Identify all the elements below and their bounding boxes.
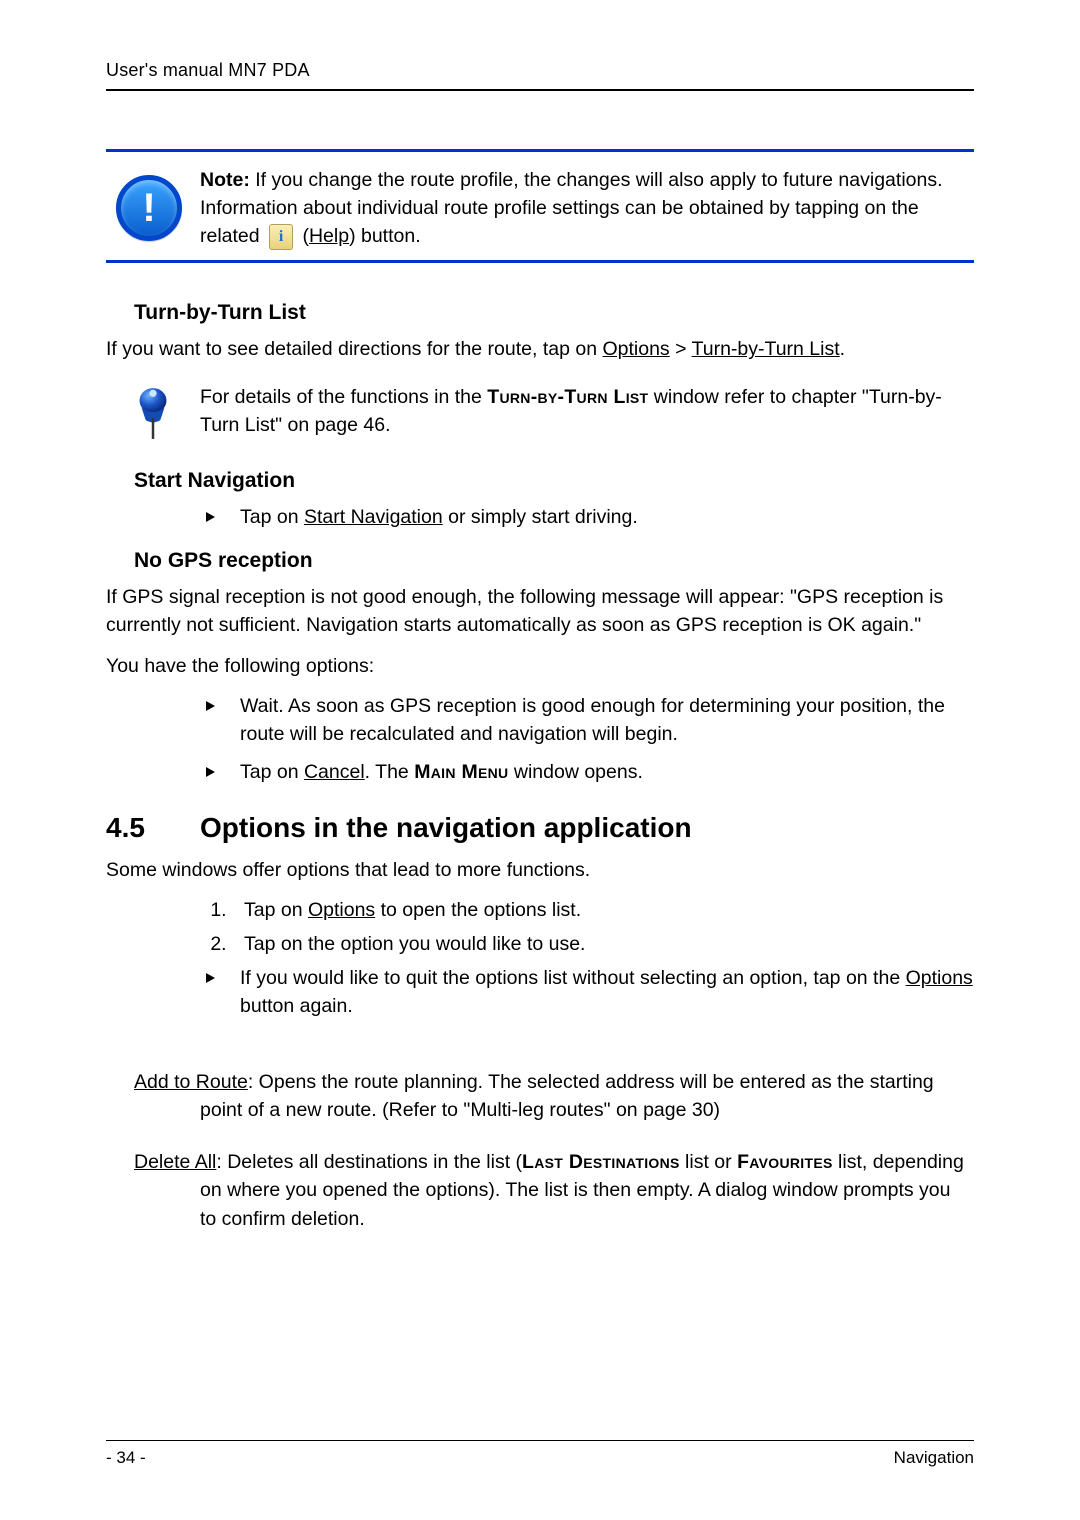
pin-text: For details of the functions in the Turn… <box>200 383 974 439</box>
def-add-label[interactable]: Add to Route <box>134 1071 248 1093</box>
list-item: Wait. As soon as GPS reception is good e… <box>200 692 974 748</box>
turn-para: If you want to see detailed directions f… <box>106 335 974 363</box>
sec45-bullets: If you would like to quit the options li… <box>106 964 974 1020</box>
pin-row: For details of the functions in the Turn… <box>106 383 974 441</box>
link-start-navigation[interactable]: Start Navigation <box>304 506 443 528</box>
link-options-3[interactable]: Options <box>906 967 973 989</box>
heading-turn-by-turn: Turn-by-Turn List <box>134 301 974 325</box>
def-del-sc2: Favourites <box>737 1151 833 1173</box>
note-box: ! Note: If you change the route profile,… <box>106 149 974 263</box>
content-area: ! Note: If you change the route profile,… <box>106 91 974 1233</box>
note-text: Note: If you change the route profile, t… <box>190 166 974 250</box>
footer: - 34 - Navigation <box>106 1440 974 1468</box>
step1a: Tap on <box>244 899 308 921</box>
help-icon[interactable] <box>269 224 293 250</box>
heading-start-nav: Start Navigation <box>134 469 974 493</box>
list-item: Tap on the option you would like to use. <box>232 930 974 958</box>
s45ba: If you would like to quit the options li… <box>240 967 906 989</box>
list-item: Tap on Options to open the options list. <box>232 896 974 924</box>
def-add-to-route: Add to Route: Opens the route planning. … <box>134 1068 970 1124</box>
list-item: If you would like to quit the options li… <box>200 964 974 1020</box>
help-label[interactable]: Help <box>309 225 349 247</box>
note-line1: If you change the route profile, the cha… <box>250 169 943 191</box>
step2: Tap on the option you would like to use. <box>244 933 585 955</box>
turn-para-a: If you want to see detailed directions f… <box>106 338 602 360</box>
pushpin-icon <box>106 383 200 441</box>
list-item: Tap on Cancel. The Main Menu window open… <box>200 758 974 786</box>
start-a: Tap on <box>240 506 304 528</box>
note-line2c: ) button. <box>349 225 421 247</box>
sec45-steps: Tap on Options to open the options list.… <box>206 896 974 958</box>
sec45-intro: Some windows offer options that lead to … <box>106 856 974 884</box>
gps-list: Wait. As soon as GPS reception is good e… <box>106 692 974 786</box>
gps-b1: Wait. As soon as GPS reception is good e… <box>240 695 945 745</box>
alert-icon: ! <box>108 175 190 241</box>
gps-para1: If GPS signal reception is not good enou… <box>106 583 974 639</box>
s45bb: button again. <box>240 995 353 1017</box>
gps-para2: You have the following options: <box>106 652 974 680</box>
def-add-body-inline: : Opens the route planning. The selected… <box>200 1071 934 1121</box>
section-4-5-heading: 4.5 Options in the navigation applicatio… <box>106 812 974 844</box>
def-del-b: list or <box>680 1151 737 1173</box>
list-item: Tap on Start Navigation or simply start … <box>200 503 974 531</box>
turn-gt: > <box>670 338 692 360</box>
exclamation-icon: ! <box>142 188 155 228</box>
def-del-sc1: Last Destinations <box>522 1151 680 1173</box>
link-tbt[interactable]: Turn-by-Turn List <box>692 338 840 360</box>
page: User's manual MN7 PDA ! Note: If you cha… <box>0 0 1080 1520</box>
note-label: Note: <box>200 169 250 191</box>
section-number: 4.5 <box>106 812 200 844</box>
def-del-a: : Deletes all destinations in the list ( <box>216 1151 522 1173</box>
note-line2a: Information about individual route profi… <box>200 197 919 247</box>
footer-section: Navigation <box>894 1448 974 1468</box>
def-del-label[interactable]: Delete All <box>134 1151 216 1173</box>
link-cancel[interactable]: Cancel <box>304 761 365 783</box>
page-number: - 34 - <box>106 1448 146 1468</box>
turn-dot: . <box>840 338 845 360</box>
start-nav-list: Tap on Start Navigation or simply start … <box>106 503 974 531</box>
gps-b2a: Tap on <box>240 761 304 783</box>
link-options-2[interactable]: Options <box>308 899 375 921</box>
start-b: or simply start driving. <box>443 506 638 528</box>
gps-b2b: . The <box>365 761 415 783</box>
step1b: to open the options list. <box>375 899 581 921</box>
link-options[interactable]: Options <box>602 338 669 360</box>
section-title: Options in the navigation application <box>200 812 692 844</box>
gps-b2c: window opens. <box>508 761 642 783</box>
pin-a: For details of the functions in the <box>200 386 487 408</box>
heading-no-gps: No GPS reception <box>134 549 974 573</box>
running-header: User's manual MN7 PDA <box>106 60 974 89</box>
pin-sc: Turn-by-Turn List <box>487 386 648 408</box>
def-delete-all: Delete All: Deletes all destinations in … <box>134 1148 970 1232</box>
gps-sc: Main Menu <box>414 761 508 783</box>
